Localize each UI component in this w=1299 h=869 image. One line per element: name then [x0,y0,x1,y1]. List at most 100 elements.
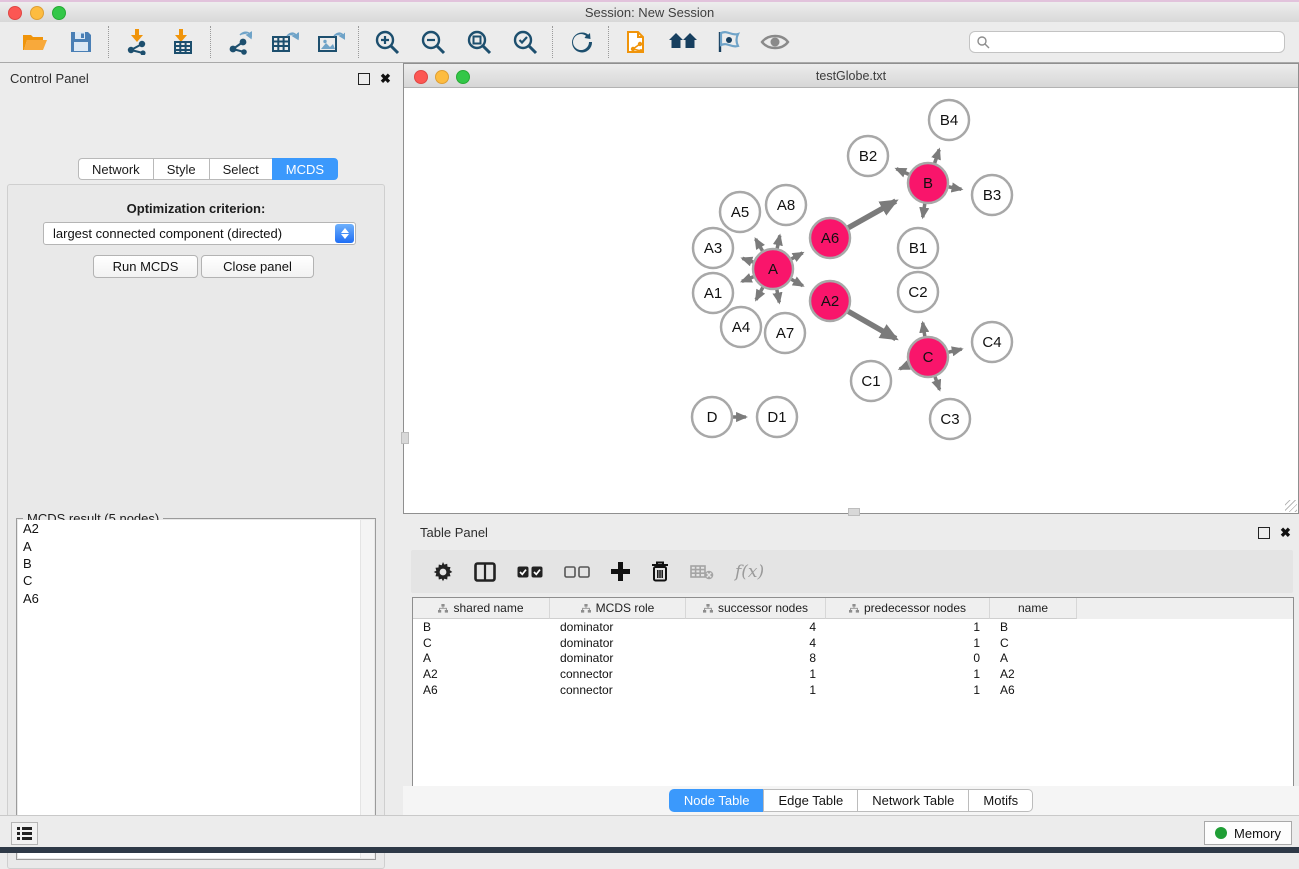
result-item[interactable]: A [18,537,374,554]
tab-select[interactable]: Select [209,158,272,180]
cell-successor-nodes[interactable]: 1 [686,667,826,681]
edge-C-C1[interactable] [900,365,909,369]
edge-B-B3[interactable] [949,187,962,189]
edge-B-B1[interactable] [923,204,925,217]
edge-C-C4[interactable] [948,349,961,352]
cell-shared-name[interactable]: A2 [413,667,550,681]
edge-A6-B[interactable] [848,201,895,228]
add-column-icon[interactable] [611,562,630,581]
column-header-predecessor-nodes[interactable]: predecessor nodes [826,598,990,619]
result-item[interactable]: A2 [18,520,374,537]
cell-predecessor-nodes[interactable]: 1 [826,667,990,681]
delete-table-icon[interactable] [690,564,714,580]
zoom-selected-icon[interactable] [510,27,540,57]
tab-style[interactable]: Style [153,158,209,180]
tab-network[interactable]: Network [78,158,153,180]
cell-MCDS-role[interactable]: dominator [550,651,686,665]
cell-shared-name[interactable]: A [413,651,550,665]
export-image-icon[interactable] [316,27,346,57]
close-panel-button[interactable]: Close panel [201,255,314,278]
export-table-icon[interactable] [270,27,300,57]
table-row[interactable]: A6connector11A6 [413,682,1293,698]
edge-A-A7[interactable] [777,290,779,303]
select-all-checkboxes-icon[interactable] [517,566,543,578]
column-header-MCDS-role[interactable]: MCDS role [550,598,686,619]
edge-A2-C[interactable] [848,311,896,338]
window-resize-corner[interactable] [1285,500,1297,512]
home-icon[interactable] [668,27,698,57]
edge-B-B4[interactable] [935,150,940,164]
cell-shared-name[interactable]: A6 [413,683,550,697]
export-network-icon[interactable] [224,27,254,57]
memory-button[interactable]: Memory [1204,821,1292,845]
cell-MCDS-role[interactable]: dominator [550,636,686,650]
cell-successor-nodes[interactable]: 4 [686,636,826,650]
edge-A-A1[interactable] [742,277,754,282]
edge-C-C2[interactable] [923,323,925,336]
delete-column-icon[interactable] [651,561,669,582]
zoom-out-icon[interactable] [418,27,448,57]
cell-MCDS-role[interactable]: connector [550,667,686,681]
mcds-result-list[interactable]: A2ABCA6 [18,520,374,858]
cell-successor-nodes[interactable]: 1 [686,683,826,697]
cell-shared-name[interactable]: C [413,636,550,650]
float-table-panel-icon[interactable] [1258,527,1270,539]
column-header-name[interactable]: name [990,598,1077,619]
criterion-dropdown[interactable]: largest connected component (directed) [43,222,356,245]
import-table-icon[interactable] [168,27,198,57]
column-settings-gear-icon[interactable] [433,562,453,582]
tab-motifs[interactable]: Motifs [968,789,1033,812]
cell-shared-name[interactable]: B [413,620,550,634]
cell-MCDS-role[interactable]: dominator [550,620,686,634]
tab-node-table[interactable]: Node Table [669,789,764,812]
table-row[interactable]: A2connector11A2 [413,666,1293,682]
task-history-button[interactable] [11,822,38,845]
table-row[interactable]: Adominator80A [413,651,1293,667]
result-item[interactable]: A6 [18,590,374,607]
save-session-icon[interactable] [66,27,96,57]
cell-name[interactable]: A6 [990,683,1077,697]
close-panel-icon[interactable]: ✖ [380,74,391,84]
hide-graphics-details-icon[interactable] [714,27,744,57]
edge-A-A2[interactable] [791,279,803,285]
result-item[interactable]: C [18,572,374,589]
edge-A-A6[interactable] [791,253,802,259]
open-file-icon[interactable] [20,27,50,57]
float-panel-icon[interactable] [358,73,370,85]
edge-C-C3[interactable] [935,377,940,390]
column-header-successor-nodes[interactable]: successor nodes [686,598,826,619]
edge-A-A4[interactable] [756,287,763,299]
table-row[interactable]: Bdominator41B [413,619,1293,635]
window-resize-grip[interactable] [848,508,860,516]
zoom-fit-icon[interactable] [464,27,494,57]
show-columns-icon[interactable] [474,562,496,582]
cell-successor-nodes[interactable]: 4 [686,620,826,634]
edge-B-B2[interactable] [896,169,908,175]
tab-network-table[interactable]: Network Table [857,789,968,812]
cell-MCDS-role[interactable]: connector [550,683,686,697]
edge-A-A8[interactable] [777,236,780,249]
run-mcds-button[interactable]: Run MCDS [93,255,198,278]
cell-name[interactable]: B [990,620,1077,634]
zoom-in-icon[interactable] [372,27,402,57]
tab-mcds[interactable]: MCDS [272,158,338,180]
node-table[interactable]: shared nameMCDS rolesuccessor nodesprede… [412,597,1294,787]
edge-A-A5[interactable] [756,239,763,251]
network-window-titlebar[interactable]: testGlobe.txt [404,64,1298,88]
window-resize-grip[interactable] [401,432,409,444]
result-item[interactable]: B [18,555,374,572]
network-graph-canvas[interactable]: AA1A2A3A4A5A6A7A8BB1B2B3B4CC1C2C3C4DD1 [404,88,1298,513]
cell-predecessor-nodes[interactable]: 1 [826,683,990,697]
table-row[interactable]: Cdominator41C [413,635,1293,651]
import-network-icon[interactable] [122,27,152,57]
cell-name[interactable]: A2 [990,667,1077,681]
edge-A-A3[interactable] [742,258,753,262]
search-input[interactable] [969,31,1285,53]
cell-name[interactable]: A [990,651,1077,665]
show-graphics-details-icon[interactable] [760,27,790,57]
close-table-panel-icon[interactable]: ✖ [1280,528,1291,538]
column-header-shared-name[interactable]: shared name [413,598,550,619]
cell-predecessor-nodes[interactable]: 0 [826,651,990,665]
tab-edge-table[interactable]: Edge Table [763,789,857,812]
refresh-icon[interactable] [566,27,596,57]
